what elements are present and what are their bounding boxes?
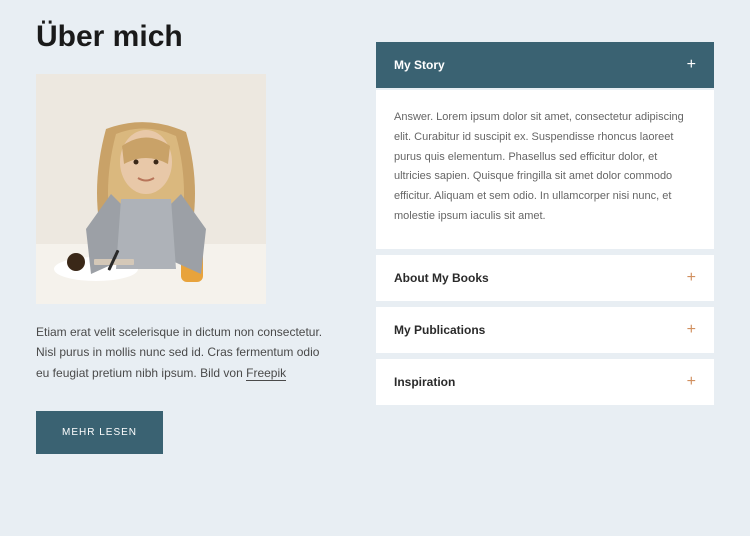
accordion-title: Inspiration bbox=[394, 375, 455, 389]
accordion-header-my-publications[interactable]: My Publications + bbox=[376, 307, 714, 353]
page-title: Über mich bbox=[36, 20, 336, 54]
accordion-title: My Story bbox=[394, 58, 445, 72]
accordion-item-about-my-books: About My Books + bbox=[376, 255, 714, 301]
profile-photo-svg bbox=[36, 74, 266, 304]
plus-icon: + bbox=[687, 374, 696, 390]
profile-photo bbox=[36, 74, 266, 304]
description-text: Etiam erat velit scelerisque in dictum n… bbox=[36, 322, 336, 383]
accordion-header-inspiration[interactable]: Inspiration + bbox=[376, 359, 714, 405]
accordion-item-my-story: My Story + Answer. Lorem ipsum dolor sit… bbox=[376, 42, 714, 249]
accordion-header-about-my-books[interactable]: About My Books + bbox=[376, 255, 714, 301]
accordion: My Story + Answer. Lorem ipsum dolor sit… bbox=[376, 20, 714, 516]
accordion-item-inspiration: Inspiration + bbox=[376, 359, 714, 405]
plus-icon: + bbox=[687, 57, 696, 73]
accordion-title: My Publications bbox=[394, 323, 485, 337]
accordion-body-my-story: Answer. Lorem ipsum dolor sit amet, cons… bbox=[376, 90, 714, 249]
accordion-header-my-story[interactable]: My Story + bbox=[376, 42, 714, 88]
plus-icon: + bbox=[687, 270, 696, 286]
accordion-title: About My Books bbox=[394, 271, 489, 285]
read-more-button[interactable]: MEHR LESEN bbox=[36, 411, 163, 454]
accordion-item-my-publications: My Publications + bbox=[376, 307, 714, 353]
plus-icon: + bbox=[687, 322, 696, 338]
freepik-link[interactable]: Freepik bbox=[246, 366, 286, 381]
